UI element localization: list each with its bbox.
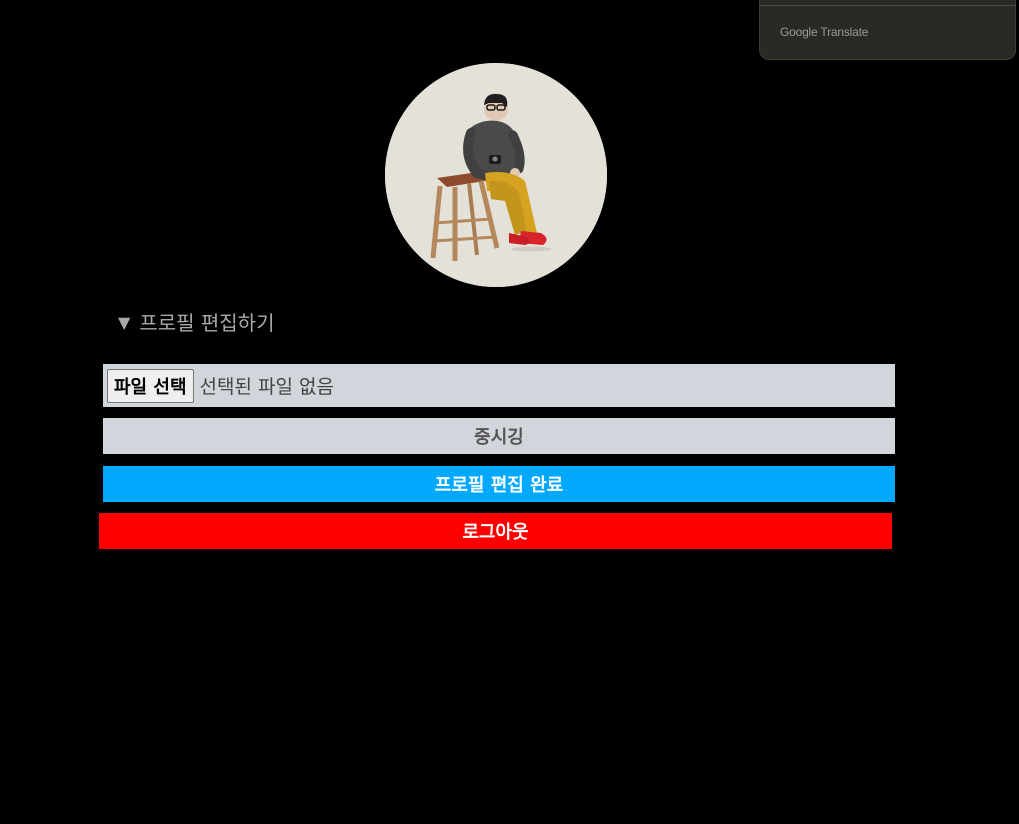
profile-edit-summary-label: 프로필 편집하기: [139, 310, 275, 335]
profile-photo-illustration-icon: [385, 63, 607, 287]
file-status-text: 선택된 파일 없음: [199, 376, 334, 398]
google-translate-popup: Google Translate: [759, 0, 1016, 60]
logout-button[interactable]: 로그아웃: [99, 513, 892, 549]
popup-divider: [760, 5, 1015, 6]
triangle-down-icon: ▼: [118, 312, 131, 332]
profile-edit-toggle[interactable]: ▼ 프로필 편집하기: [118, 307, 274, 335]
profile-avatar: [385, 63, 607, 287]
profile-image-file-input[interactable]: 파일 선택 선택된 파일 없음: [103, 364, 895, 407]
profile-edit-complete-button[interactable]: 프로필 편집 완료: [103, 466, 895, 502]
google-translate-brand[interactable]: Google Translate: [780, 25, 868, 39]
nickname-input[interactable]: [103, 418, 895, 454]
choose-file-button[interactable]: 파일 선택: [107, 368, 194, 403]
